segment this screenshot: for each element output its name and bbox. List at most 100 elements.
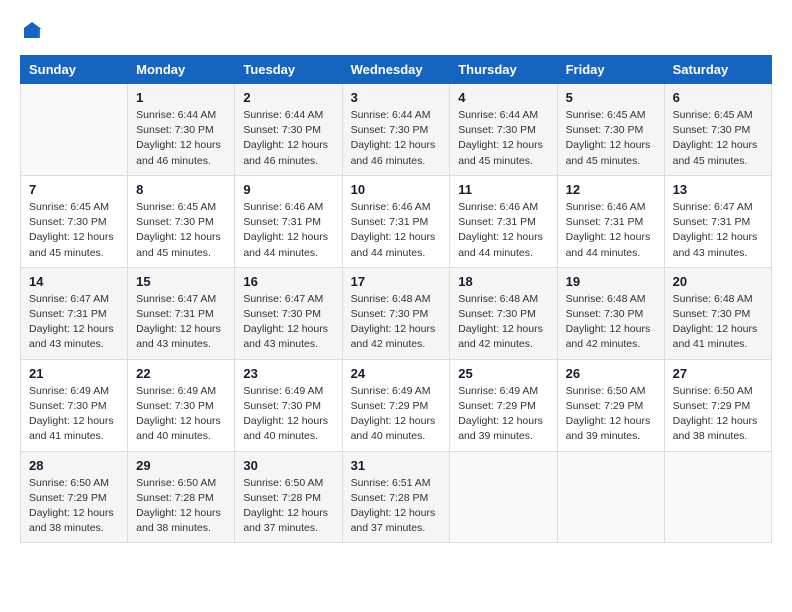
logo	[20, 20, 42, 45]
day-number: 9	[243, 182, 333, 197]
calendar-day-cell: 16 Sunrise: 6:47 AM Sunset: 7:30 PM Dayli…	[235, 267, 342, 359]
day-info: Sunrise: 6:44 AM Sunset: 7:30 PM Dayligh…	[136, 108, 226, 169]
calendar-day-cell	[664, 451, 771, 543]
calendar-day-cell: 20 Sunrise: 6:48 AM Sunset: 7:30 PM Dayli…	[664, 267, 771, 359]
calendar-week-row: 1 Sunrise: 6:44 AM Sunset: 7:30 PM Daylig…	[21, 84, 772, 176]
page-header	[20, 20, 772, 45]
day-info: Sunrise: 6:50 AM Sunset: 7:28 PM Dayligh…	[136, 476, 226, 537]
day-number: 27	[673, 366, 763, 381]
calendar-table: SundayMondayTuesdayWednesdayThursdayFrid…	[20, 55, 772, 543]
day-info: Sunrise: 6:50 AM Sunset: 7:29 PM Dayligh…	[29, 476, 119, 537]
day-info: Sunrise: 6:45 AM Sunset: 7:30 PM Dayligh…	[566, 108, 656, 169]
day-info: Sunrise: 6:46 AM Sunset: 7:31 PM Dayligh…	[351, 200, 442, 261]
day-number: 8	[136, 182, 226, 197]
calendar-day-cell: 25Sunrise: 6:49 AM Sunset: 7:29 PM Dayli…	[450, 359, 557, 451]
calendar-day-cell: 5 Sunrise: 6:45 AM Sunset: 7:30 PM Daylig…	[557, 84, 664, 176]
day-info: Sunrise: 6:44 AM Sunset: 7:30 PM Dayligh…	[243, 108, 333, 169]
day-info: Sunrise: 6:48 AM Sunset: 7:30 PM Dayligh…	[673, 292, 763, 353]
calendar-day-cell: 28 Sunrise: 6:50 AM Sunset: 7:29 PM Dayli…	[21, 451, 128, 543]
calendar-day-cell: 13Sunrise: 6:47 AM Sunset: 7:31 PM Dayli…	[664, 175, 771, 267]
day-number: 23	[243, 366, 333, 381]
day-info: Sunrise: 6:48 AM Sunset: 7:30 PM Dayligh…	[458, 292, 548, 353]
calendar-day-cell: 26 Sunrise: 6:50 AM Sunset: 7:29 PM Dayli…	[557, 359, 664, 451]
calendar-day-cell: 12Sunrise: 6:46 AM Sunset: 7:31 PM Dayli…	[557, 175, 664, 267]
day-number: 18	[458, 274, 548, 289]
calendar-week-row: 21Sunrise: 6:49 AM Sunset: 7:30 PM Dayli…	[21, 359, 772, 451]
calendar-week-row: 7Sunrise: 6:45 AM Sunset: 7:30 PM Daylig…	[21, 175, 772, 267]
day-number: 22	[136, 366, 226, 381]
day-info: Sunrise: 6:46 AM Sunset: 7:31 PM Dayligh…	[458, 200, 548, 261]
day-info: Sunrise: 6:44 AM Sunset: 7:30 PM Dayligh…	[458, 108, 548, 169]
day-number: 11	[458, 182, 548, 197]
day-number: 24	[351, 366, 442, 381]
day-number: 29	[136, 458, 226, 473]
day-number: 10	[351, 182, 442, 197]
day-number: 19	[566, 274, 656, 289]
day-number: 31	[351, 458, 442, 473]
calendar-day-cell: 2 Sunrise: 6:44 AM Sunset: 7:30 PM Daylig…	[235, 84, 342, 176]
day-number: 26	[566, 366, 656, 381]
calendar-day-cell: 14 Sunrise: 6:47 AM Sunset: 7:31 PM Dayli…	[21, 267, 128, 359]
calendar-day-cell: 19 Sunrise: 6:48 AM Sunset: 7:30 PM Dayli…	[557, 267, 664, 359]
calendar-day-cell: 24 Sunrise: 6:49 AM Sunset: 7:29 PM Dayli…	[342, 359, 450, 451]
calendar-day-cell	[450, 451, 557, 543]
day-info: Sunrise: 6:49 AM Sunset: 7:30 PM Dayligh…	[29, 384, 119, 445]
day-info: Sunrise: 6:49 AM Sunset: 7:30 PM Dayligh…	[136, 384, 226, 445]
day-number: 5	[566, 90, 656, 105]
day-number: 14	[29, 274, 119, 289]
day-info: Sunrise: 6:46 AM Sunset: 7:31 PM Dayligh…	[566, 200, 656, 261]
calendar-day-cell: 15 Sunrise: 6:47 AM Sunset: 7:31 PM Dayli…	[128, 267, 235, 359]
calendar-day-cell: 31Sunrise: 6:51 AM Sunset: 7:28 PM Dayli…	[342, 451, 450, 543]
calendar-day-cell: 8Sunrise: 6:45 AM Sunset: 7:30 PM Daylig…	[128, 175, 235, 267]
logo-icon	[22, 20, 42, 40]
day-number: 25	[458, 366, 548, 381]
calendar-day-cell: 9 Sunrise: 6:46 AM Sunset: 7:31 PM Daylig…	[235, 175, 342, 267]
day-info: Sunrise: 6:48 AM Sunset: 7:30 PM Dayligh…	[566, 292, 656, 353]
calendar-day-header: Monday	[128, 56, 235, 84]
calendar-day-cell: 30 Sunrise: 6:50 AM Sunset: 7:28 PM Dayli…	[235, 451, 342, 543]
day-info: Sunrise: 6:50 AM Sunset: 7:29 PM Dayligh…	[566, 384, 656, 445]
day-info: Sunrise: 6:50 AM Sunset: 7:28 PM Dayligh…	[243, 476, 333, 537]
calendar-day-cell: 6 Sunrise: 6:45 AM Sunset: 7:30 PM Daylig…	[664, 84, 771, 176]
day-info: Sunrise: 6:48 AM Sunset: 7:30 PM Dayligh…	[351, 292, 442, 353]
calendar-day-cell: 27 Sunrise: 6:50 AM Sunset: 7:29 PM Dayli…	[664, 359, 771, 451]
day-info: Sunrise: 6:47 AM Sunset: 7:30 PM Dayligh…	[243, 292, 333, 353]
calendar-day-header: Sunday	[21, 56, 128, 84]
calendar-day-cell: 18 Sunrise: 6:48 AM Sunset: 7:30 PM Dayli…	[450, 267, 557, 359]
calendar-day-cell: 7Sunrise: 6:45 AM Sunset: 7:30 PM Daylig…	[21, 175, 128, 267]
day-number: 4	[458, 90, 548, 105]
day-number: 17	[351, 274, 442, 289]
day-number: 30	[243, 458, 333, 473]
day-info: Sunrise: 6:45 AM Sunset: 7:30 PM Dayligh…	[673, 108, 763, 169]
calendar-day-cell	[21, 84, 128, 176]
day-number: 7	[29, 182, 119, 197]
day-info: Sunrise: 6:47 AM Sunset: 7:31 PM Dayligh…	[136, 292, 226, 353]
day-number: 1	[136, 90, 226, 105]
day-number: 6	[673, 90, 763, 105]
calendar-day-cell: 11 Sunrise: 6:46 AM Sunset: 7:31 PM Dayli…	[450, 175, 557, 267]
calendar-day-header: Saturday	[664, 56, 771, 84]
calendar-day-header: Tuesday	[235, 56, 342, 84]
day-info: Sunrise: 6:49 AM Sunset: 7:30 PM Dayligh…	[243, 384, 333, 445]
day-info: Sunrise: 6:46 AM Sunset: 7:31 PM Dayligh…	[243, 200, 333, 261]
day-number: 15	[136, 274, 226, 289]
calendar-day-cell: 10 Sunrise: 6:46 AM Sunset: 7:31 PM Dayli…	[342, 175, 450, 267]
calendar-week-row: 14 Sunrise: 6:47 AM Sunset: 7:31 PM Dayli…	[21, 267, 772, 359]
calendar-day-cell: 1 Sunrise: 6:44 AM Sunset: 7:30 PM Daylig…	[128, 84, 235, 176]
day-info: Sunrise: 6:49 AM Sunset: 7:29 PM Dayligh…	[351, 384, 442, 445]
calendar-day-header: Wednesday	[342, 56, 450, 84]
calendar-day-cell: 4 Sunrise: 6:44 AM Sunset: 7:30 PM Daylig…	[450, 84, 557, 176]
calendar-day-cell: 3Sunrise: 6:44 AM Sunset: 7:30 PM Daylig…	[342, 84, 450, 176]
calendar-header-row: SundayMondayTuesdayWednesdayThursdayFrid…	[21, 56, 772, 84]
calendar-week-row: 28 Sunrise: 6:50 AM Sunset: 7:29 PM Dayli…	[21, 451, 772, 543]
day-info: Sunrise: 6:50 AM Sunset: 7:29 PM Dayligh…	[673, 384, 763, 445]
calendar-day-cell: 29 Sunrise: 6:50 AM Sunset: 7:28 PM Dayli…	[128, 451, 235, 543]
day-number: 16	[243, 274, 333, 289]
calendar-day-cell: 17 Sunrise: 6:48 AM Sunset: 7:30 PM Dayli…	[342, 267, 450, 359]
day-number: 28	[29, 458, 119, 473]
day-number: 20	[673, 274, 763, 289]
calendar-day-header: Thursday	[450, 56, 557, 84]
day-number: 3	[351, 90, 442, 105]
day-info: Sunrise: 6:47 AM Sunset: 7:31 PM Dayligh…	[29, 292, 119, 353]
day-number: 2	[243, 90, 333, 105]
